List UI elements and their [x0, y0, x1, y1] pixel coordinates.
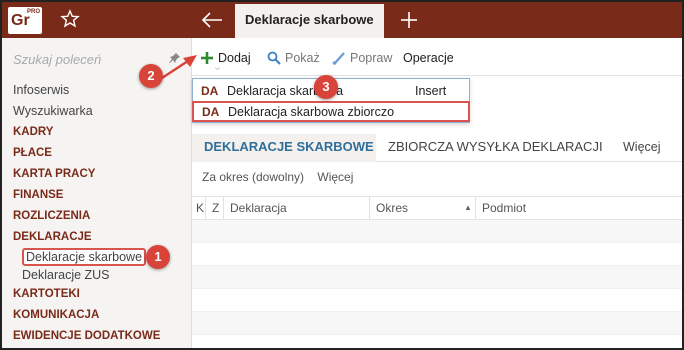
sidebar-item-finanse[interactable]: FINANSE: [2, 185, 192, 206]
sidebar-search: [2, 38, 192, 80]
operations-button-label: Operacje: [403, 51, 454, 65]
back-arrow-icon[interactable]: [200, 10, 224, 30]
table-row[interactable]: [192, 289, 682, 312]
operations-button[interactable]: Operacje: [403, 48, 454, 68]
add-button-label: Dodaj: [218, 51, 251, 65]
column-header-z[interactable]: Z: [208, 197, 224, 219]
search-input[interactable]: [13, 52, 153, 67]
brush-icon: [332, 52, 345, 65]
plus-icon: [201, 52, 213, 64]
app-logo[interactable]: Gr PRO: [8, 7, 42, 34]
menu-item-label: Deklaracja skarbowa zbiorczo: [228, 104, 395, 119]
period-filter[interactable]: Za okres (dowolny): [202, 170, 304, 184]
sidebar-item-kartoteki[interactable]: KARTOTEKI: [2, 284, 192, 305]
column-header-okres-label: Okres: [376, 201, 409, 215]
sidebar-item-infoserwis[interactable]: Infoserwis: [2, 80, 192, 101]
filter-row: Za okres (dowolny) Więcej: [202, 170, 363, 184]
table-row[interactable]: [192, 220, 682, 243]
pin-icon[interactable]: [169, 52, 181, 64]
column-header-podmiot[interactable]: Podmiot: [478, 197, 682, 219]
sidebar-item-kadry[interactable]: KADRY: [2, 122, 192, 143]
add-button[interactable]: Dodaj: [200, 48, 251, 68]
sidebar-menu: Infoserwis Wyszukiwarka KADRY PŁACE KART…: [2, 80, 192, 347]
sidebar-item-karta-pracy[interactable]: KARTA PRACY: [2, 164, 192, 185]
step-marker-2: 2: [139, 64, 163, 88]
table-row[interactable]: [192, 312, 682, 335]
star-icon[interactable]: [60, 9, 80, 29]
sidebar: Infoserwis Wyszukiwarka KADRY PŁACE KART…: [2, 38, 192, 348]
step-marker-1: 1: [146, 245, 170, 269]
new-tab-plus-icon[interactable]: [399, 10, 419, 30]
menu-item-shortcut: Insert: [415, 83, 447, 98]
sidebar-item-wyszukiwarka[interactable]: Wyszukiwarka: [2, 101, 192, 122]
menu-item-deklaracja-skarbowa-zbiorczo[interactable]: DA Deklaracja skarbowa zbiorczo: [192, 101, 470, 122]
logo-sup: PRO: [26, 9, 40, 15]
table-row[interactable]: [192, 335, 682, 348]
tab-deklaracje-skarbowe[interactable]: Deklaracje skarbowe: [235, 4, 384, 38]
search-icon: [267, 51, 281, 65]
show-button[interactable]: Pokaż: [267, 48, 320, 68]
filter-more-link[interactable]: Więcej: [317, 170, 353, 184]
grid-body: [192, 220, 682, 348]
sort-asc-icon: ▲: [464, 203, 472, 212]
add-caret-icon[interactable]: ⌵: [215, 65, 220, 73]
sidebar-item-komunikacja[interactable]: KOMUNIKACJA: [2, 305, 192, 326]
edit-button[interactable]: Popraw: [332, 48, 392, 68]
column-header-k[interactable]: K: [192, 197, 206, 219]
sidebar-item-ewidencje-dodatkowe[interactable]: EWIDENCJE DODATKOWE: [2, 326, 192, 347]
app-window: Gr PRO Deklaracje skarbowe Infoserwis Wy…: [0, 0, 684, 350]
sub-tabs: DEKLARACJE SKARBOWE ZBIORCZA WYSYŁKA DEK…: [192, 134, 682, 162]
sidebar-item-place[interactable]: PŁACE: [2, 143, 192, 164]
main-panel: Dodaj ⌵ Pokaż Popraw Operacje DEKLARACJE…: [192, 38, 682, 348]
sidebar-subitem-label: Deklaracje skarbowe: [22, 248, 147, 266]
sidebar-item-deklaracje[interactable]: DEKLARACJE: [2, 227, 192, 248]
tab-zbiorcza-wysylka[interactable]: ZBIORCZA WYSYŁKA DEKLARACJI: [388, 134, 603, 162]
table-row[interactable]: [192, 266, 682, 289]
menu-item-badge: DA: [201, 83, 219, 98]
step-marker-3: 3: [314, 75, 338, 99]
column-header-deklaracja[interactable]: Deklaracja: [226, 197, 370, 219]
sidebar-item-rozliczenia[interactable]: ROZLICZENIA: [2, 206, 192, 227]
show-button-label: Pokaż: [285, 51, 320, 65]
column-header-okres[interactable]: Okres ▲: [372, 197, 476, 219]
tab-more[interactable]: Więcej: [623, 134, 661, 162]
top-bar: Gr PRO Deklaracje skarbowe: [2, 2, 682, 38]
sidebar-subitem-deklaracje-zus[interactable]: Deklaracje ZUS: [2, 266, 192, 284]
tab-deklaracje-skarbowe-list[interactable]: DEKLARACJE SKARBOWE: [192, 134, 376, 162]
toolbar: Dodaj ⌵ Pokaż Popraw Operacje: [192, 38, 682, 76]
grid-header: K Z Deklaracja Okres ▲ Podmiot: [192, 196, 682, 220]
edit-button-label: Popraw: [350, 51, 393, 65]
menu-item-badge: DA: [202, 104, 220, 119]
table-row[interactable]: [192, 243, 682, 266]
